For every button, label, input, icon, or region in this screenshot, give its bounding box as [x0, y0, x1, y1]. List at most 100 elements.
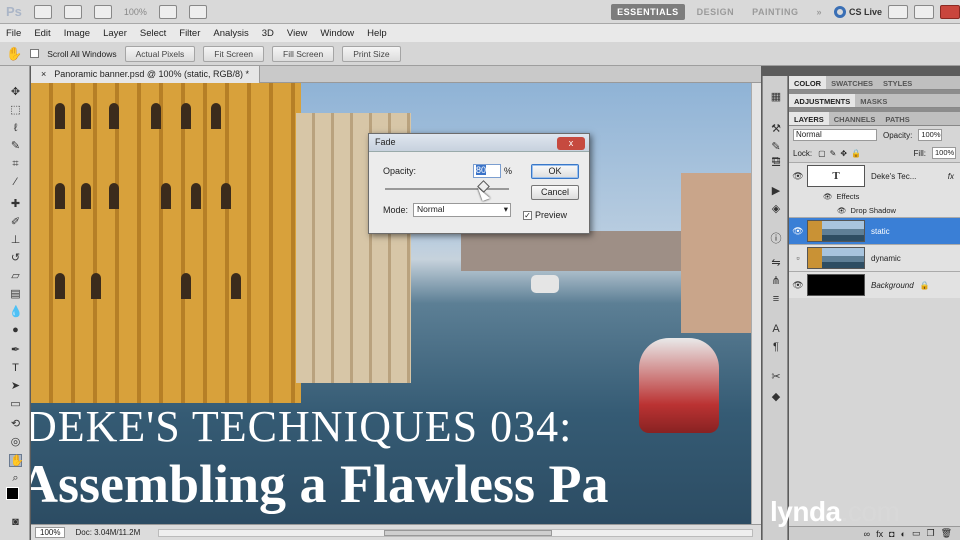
tools-3d-icon[interactable]: ✂: [769, 370, 783, 384]
menu-layer[interactable]: Layer: [103, 28, 127, 39]
ok-button[interactable]: OK: [531, 164, 579, 179]
status-zoom-field[interactable]: 100%: [35, 527, 66, 538]
workspace-essentials[interactable]: ESSENTIALS: [611, 4, 685, 20]
blend-mode-select[interactable]: Normal: [793, 129, 877, 141]
minimize-button[interactable]: [888, 5, 908, 19]
lasso-tool-icon[interactable]: ℓ: [9, 122, 22, 135]
hand-tool-selected-icon[interactable]: ✋: [9, 454, 24, 467]
layer-comps-icon[interactable]: ⇋: [769, 256, 783, 270]
blur-tool-icon[interactable]: 💧: [9, 306, 23, 319]
close-window-button[interactable]: [940, 5, 960, 19]
layer-row-static[interactable]: 👁 static: [789, 217, 960, 244]
workspace-more[interactable]: »: [810, 4, 828, 20]
crop-tool-icon[interactable]: ⌗: [9, 158, 22, 171]
mini-bridge-panel-icon[interactable]: ▦: [769, 90, 783, 104]
move-tool-icon[interactable]: ✥: [9, 86, 22, 99]
effects-row[interactable]: 👁 Effects: [789, 189, 960, 203]
eye-icon[interactable]: 👁: [837, 206, 847, 215]
zoom-level-dropdown[interactable]: 100%: [124, 7, 147, 17]
menu-select[interactable]: Select: [140, 28, 166, 39]
menu-filter[interactable]: Filter: [179, 28, 200, 39]
add-style-icon[interactable]: fx: [876, 529, 883, 539]
eraser-tool-icon[interactable]: ▱: [9, 270, 22, 283]
mini-bridge-icon[interactable]: [63, 4, 82, 19]
tab-swatches[interactable]: SWATCHES: [826, 76, 878, 89]
3d-rotate-tool-icon[interactable]: ⟲: [9, 418, 22, 431]
mode-select[interactable]: Normal ▾: [413, 203, 511, 217]
menu-analysis[interactable]: Analysis: [213, 28, 248, 39]
actions-panel-icon[interactable]: ▶: [769, 184, 783, 198]
bridge-icon[interactable]: [33, 4, 52, 19]
screen-mode-icon[interactable]: [188, 4, 207, 19]
delete-layer-icon[interactable]: 🗑: [941, 528, 952, 539]
menu-file[interactable]: File: [6, 28, 21, 39]
gradient-tool-icon[interactable]: ▤: [9, 288, 22, 301]
brushes-panel-icon[interactable]: ✎: [769, 140, 783, 154]
menu-help[interactable]: Help: [367, 28, 387, 39]
paragraph-panel-icon[interactable]: ¶: [769, 340, 783, 354]
quick-mask-icon[interactable]: ◙: [9, 516, 22, 529]
quick-select-tool-icon[interactable]: ✎: [9, 140, 22, 153]
scroll-all-checkbox[interactable]: [30, 49, 40, 58]
preview-option[interactable]: ✓ Preview: [523, 210, 567, 220]
fade-close-button[interactable]: x: [557, 137, 585, 150]
layer-fill-input[interactable]: 100%: [932, 147, 956, 159]
opacity-slider-track[interactable]: [385, 188, 509, 190]
layer-row-dynamic[interactable]: ▫ dynamic: [789, 244, 960, 271]
shape-tool-icon[interactable]: ▭: [9, 398, 22, 411]
tab-styles[interactable]: STYLES: [878, 76, 917, 89]
new-layer-icon[interactable]: ❐: [926, 528, 934, 539]
tab-color[interactable]: COLOR: [789, 76, 827, 89]
view-extras-icon[interactable]: [93, 4, 112, 19]
fit-screen-button[interactable]: Fit Screen: [203, 45, 265, 62]
tab-layers[interactable]: LAYERS: [789, 112, 829, 125]
healing-brush-tool-icon[interactable]: ✚: [9, 198, 22, 211]
eye-icon[interactable]: 👁: [789, 171, 807, 182]
path-select-tool-icon[interactable]: ➤: [9, 380, 22, 393]
navigator-panel-icon[interactable]: ◈: [769, 202, 783, 216]
type-tool-icon[interactable]: T: [9, 362, 22, 375]
lock-icons[interactable]: ▢✎✥🔒: [818, 149, 865, 158]
arrange-documents-icon[interactable]: [158, 4, 177, 19]
eyedropper-tool-icon[interactable]: ⁄: [9, 176, 22, 189]
menu-3d[interactable]: 3D: [262, 28, 274, 39]
workspace-design[interactable]: DESIGN: [691, 4, 741, 20]
tab-channels[interactable]: CHANNELS: [829, 112, 881, 125]
dodge-tool-icon[interactable]: ●: [9, 324, 22, 337]
eye-icon[interactable]: 👁: [823, 192, 833, 201]
menu-edit[interactable]: Edit: [34, 28, 50, 39]
actual-pixels-button[interactable]: Actual Pixels: [124, 45, 196, 62]
maximize-button[interactable]: [914, 5, 934, 19]
character-panel-icon[interactable]: A: [769, 322, 783, 336]
document-tab[interactable]: × Panoramic banner.psd @ 100% (static, R…: [31, 65, 260, 83]
menu-image[interactable]: Image: [64, 28, 90, 39]
fill-screen-button[interactable]: Fill Screen: [272, 45, 335, 62]
layer-row-background[interactable]: 👁 Background 🔒: [789, 271, 960, 298]
link-layers-icon[interactable]: ∞: [864, 529, 870, 539]
foreground-color-swatch[interactable]: [6, 487, 19, 500]
preview-checkbox[interactable]: ✓: [523, 210, 532, 220]
opacity-input[interactable]: 80: [473, 164, 501, 178]
menu-window[interactable]: Window: [320, 28, 354, 39]
horizontal-scrollbar[interactable]: [158, 528, 753, 537]
tab-adjustments[interactable]: ADJUSTMENTS: [789, 94, 856, 107]
tool-presets-icon[interactable]: ⚒: [769, 122, 783, 136]
3d-orbit-tool-icon[interactable]: ◎: [9, 436, 22, 449]
zoom-tool-icon[interactable]: ⌕: [9, 472, 22, 485]
new-adjustment-icon[interactable]: ◐: [901, 529, 906, 539]
tab-paths[interactable]: PATHS: [880, 112, 914, 125]
eye-icon[interactable]: 👁: [789, 280, 807, 291]
pen-tool-icon[interactable]: ✒: [9, 344, 22, 357]
history-brush-tool-icon[interactable]: ↺: [9, 252, 22, 265]
brush-tool-icon[interactable]: ✐: [9, 216, 22, 229]
info-panel-icon[interactable]: ⓘ: [769, 232, 783, 246]
hand-tool-icon[interactable]: ✋: [6, 46, 22, 62]
clone-stamp-tool-icon[interactable]: ⊥: [9, 234, 22, 247]
cancel-button[interactable]: Cancel: [531, 185, 579, 200]
adjust-stack-icon[interactable]: ≡: [769, 292, 783, 306]
tab-masks[interactable]: MASKS: [855, 94, 892, 107]
workspace-painting[interactable]: PAINTING: [746, 4, 804, 20]
drop-shadow-row[interactable]: 👁 Drop Shadow: [789, 203, 960, 217]
cs-live-menu[interactable]: CS Live: [833, 6, 882, 18]
layer-row-text[interactable]: 👁 T Deke's Tec... fx: [789, 162, 960, 189]
